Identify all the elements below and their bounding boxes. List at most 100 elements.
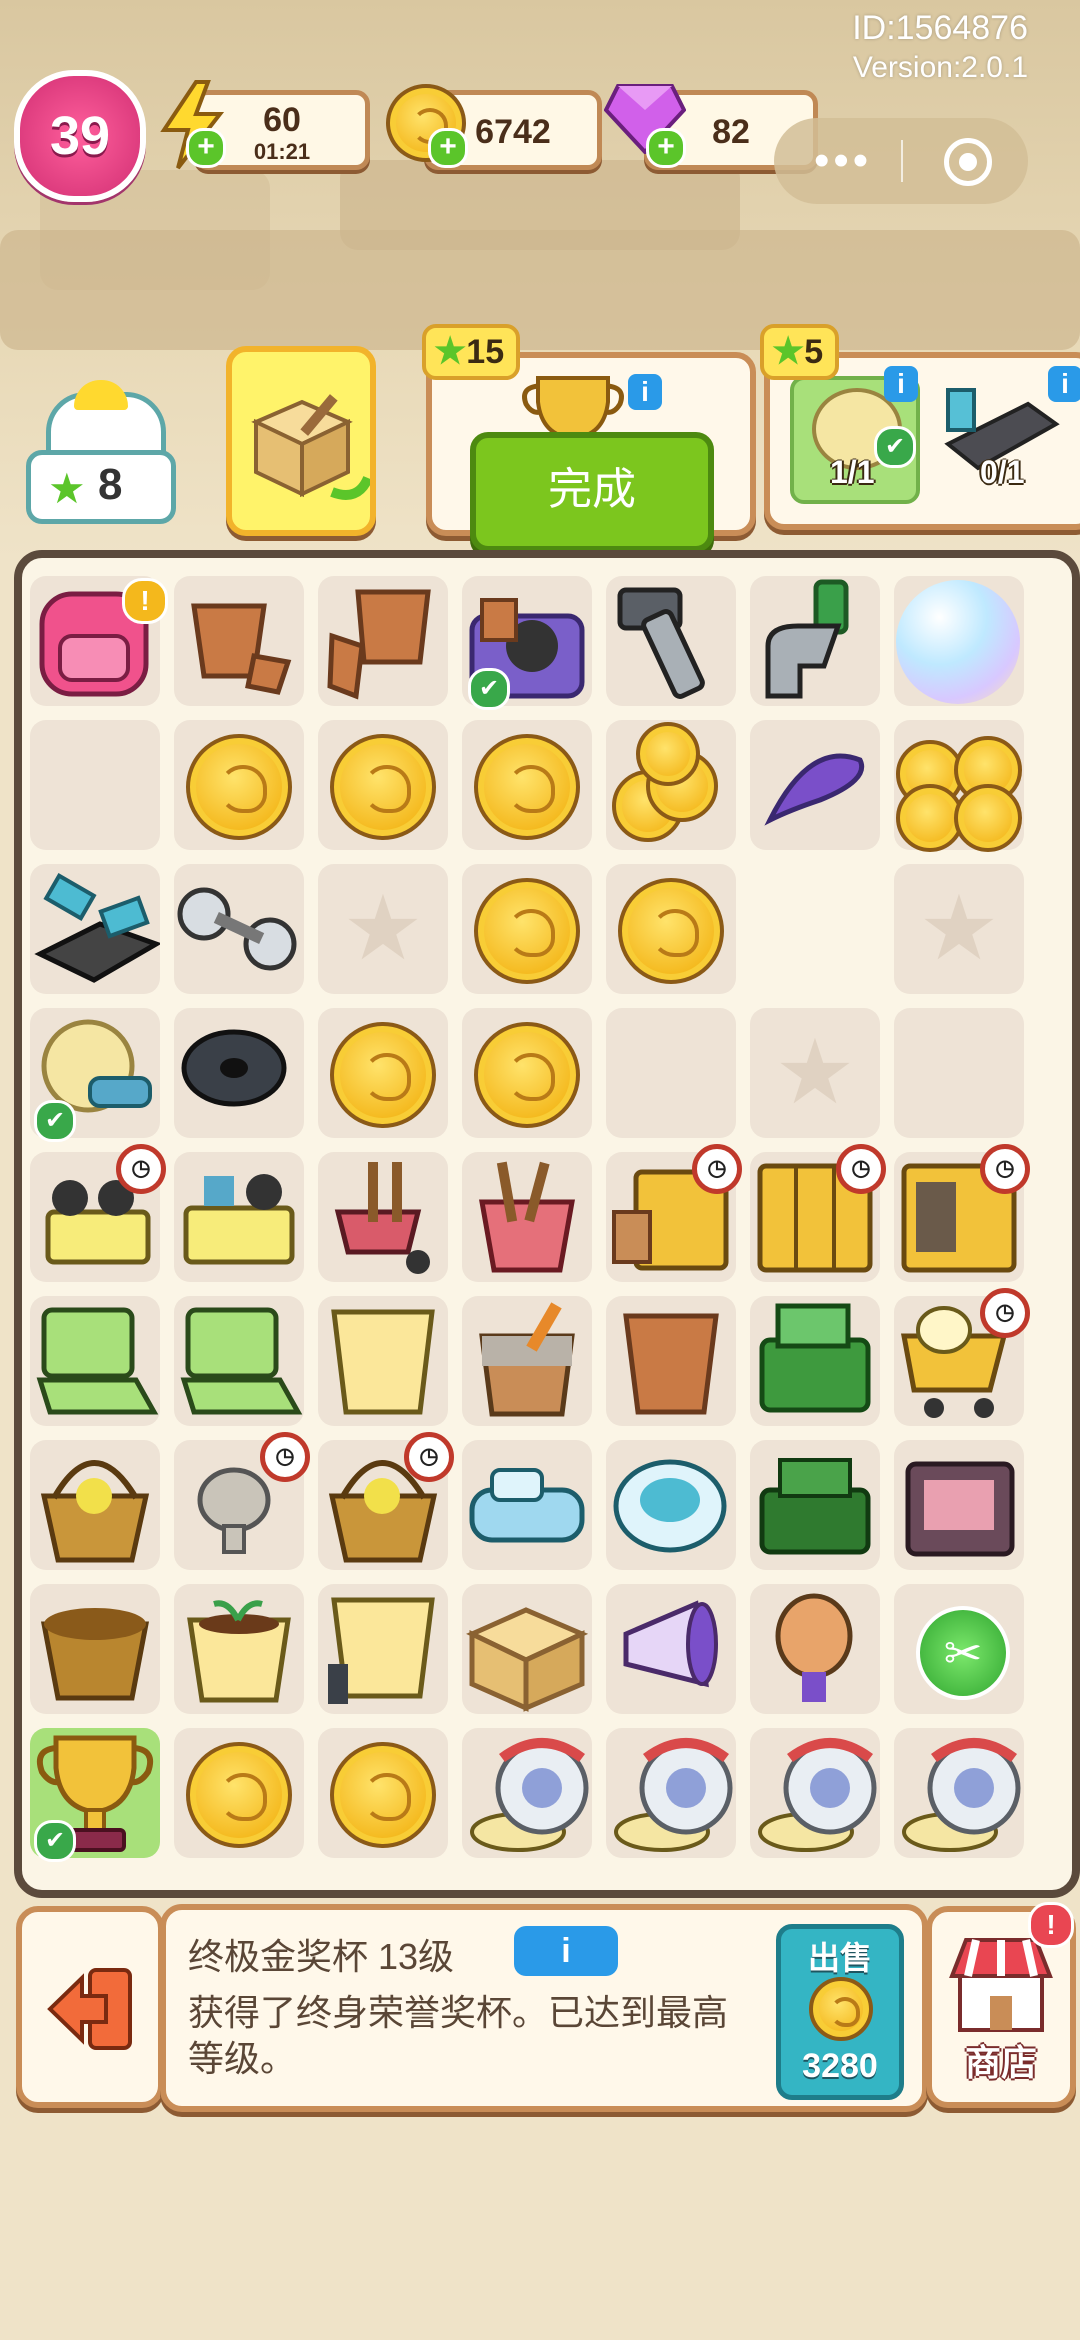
empty-star-icon: ★ (774, 1023, 856, 1123)
board-cell[interactable] (606, 1440, 736, 1570)
board-cell-empty[interactable]: ★ (318, 864, 448, 994)
board-cell[interactable] (174, 720, 304, 850)
board-cell[interactable] (894, 720, 1024, 852)
board-cell[interactable] (750, 1728, 880, 1858)
shop-button[interactable]: 商店 ! (926, 1902, 1076, 2108)
board-cell[interactable]: ! (30, 576, 168, 706)
board-cell[interactable] (606, 1728, 736, 1858)
clock-icon: ◷ (980, 1144, 1030, 1194)
flower-basket-icon (40, 1460, 150, 1563)
board-cell[interactable]: ✔ (30, 1008, 160, 1142)
broken-pot-icon (327, 589, 431, 700)
board-cell[interactable] (462, 720, 592, 850)
board-cell[interactable]: ◷ (750, 1144, 886, 1282)
board-cell[interactable] (318, 1152, 448, 1282)
level-badge[interactable]: 39 (14, 70, 146, 202)
board-cell[interactable] (462, 1440, 592, 1570)
board-cell[interactable] (318, 720, 448, 850)
board-cell[interactable] (174, 864, 304, 994)
merge-board: ! ✔ ★ ★ ✔ ★ ◷ ◷ ◷ ◷ ◷ ◷ ◷ ✂ ✔ (14, 550, 1080, 1898)
board-cell[interactable] (174, 576, 304, 706)
board-cell[interactable]: ✔ (462, 576, 592, 710)
board-cell[interactable]: ◷ (318, 1432, 454, 1570)
complete-button[interactable]: 完成 (470, 432, 714, 552)
board-cell[interactable] (174, 1296, 304, 1426)
coin-item-icon (330, 734, 436, 840)
board-cell-empty[interactable]: ★ (750, 1008, 880, 1138)
board-cell[interactable]: ◷ (174, 1432, 310, 1570)
board-cell[interactable] (318, 576, 448, 706)
slot-info-icon[interactable]: i (884, 366, 918, 402)
sell-button[interactable]: 出售 3280 (776, 1924, 904, 2100)
board-cell[interactable] (462, 1008, 592, 1138)
target-icon[interactable] (944, 138, 992, 186)
board-cell[interactable] (174, 1008, 304, 1138)
board-cell[interactable] (750, 1296, 880, 1426)
board-cell[interactable] (606, 1296, 736, 1426)
board-cell[interactable] (606, 576, 736, 706)
house-star-counter[interactable]: ★ 8 (26, 380, 176, 524)
board-cell[interactable] (318, 1296, 448, 1426)
broken-pot-icon (191, 603, 292, 695)
board-cell[interactable] (30, 1296, 160, 1426)
task-reward-badge: ★15 (422, 324, 521, 380)
board-cell[interactable] (462, 864, 592, 994)
board-cell[interactable]: ◷ (30, 1144, 166, 1282)
resistance-band-icon (764, 753, 864, 826)
board-cell[interactable] (318, 1728, 448, 1858)
board-cell[interactable] (30, 1440, 160, 1570)
board-cell[interactable] (462, 1296, 592, 1426)
board-cell[interactable]: ◷ (894, 1288, 1030, 1426)
board-cell[interactable] (894, 1440, 1024, 1570)
board-cell[interactable] (30, 1584, 160, 1714)
board-cell-empty[interactable]: ★ (894, 864, 1024, 994)
item-info-button[interactable]: i (514, 1926, 618, 1976)
board-cell[interactable] (462, 1152, 592, 1282)
board-cell[interactable] (174, 1152, 304, 1282)
board-cell-empty[interactable] (750, 864, 880, 994)
clock-icon: ◷ (836, 1144, 886, 1194)
exit-button[interactable] (16, 1906, 164, 2108)
task-info-icon[interactable]: i (628, 374, 662, 410)
board-cell[interactable] (462, 1584, 592, 1714)
toolbox-icon (466, 1607, 589, 1712)
board-cell[interactable] (894, 576, 1024, 706)
coin-item-icon (330, 1022, 436, 1128)
board-cell[interactable] (174, 1728, 304, 1858)
coin-icon (809, 1977, 873, 2041)
add-gem-button[interactable]: + (646, 128, 686, 168)
board-cell[interactable] (606, 720, 736, 850)
slot-info-icon[interactable]: i (1048, 366, 1080, 402)
add-coin-button[interactable]: + (428, 128, 468, 168)
board-cell[interactable] (750, 1440, 880, 1570)
board-cell[interactable] (894, 1728, 1024, 1858)
board-cell[interactable] (750, 576, 880, 706)
tool-bucket-icon (479, 1161, 575, 1273)
laptop-icon (180, 1307, 303, 1415)
coin-item-icon (474, 1022, 580, 1128)
board-cell[interactable] (750, 1584, 880, 1714)
board-cell[interactable] (30, 720, 160, 850)
board-cell[interactable] (750, 720, 880, 850)
board-cell-empty[interactable] (606, 1008, 736, 1138)
board-cell[interactable] (462, 1728, 592, 1858)
board-cell[interactable]: ✂ (894, 1584, 1024, 1714)
snail-icon (614, 1738, 733, 1852)
board-cell[interactable]: ◷ (606, 1144, 742, 1282)
board-cell[interactable] (318, 1584, 448, 1714)
board-cell[interactable] (606, 1584, 736, 1714)
more-dots-icon[interactable]: ••• (814, 136, 872, 186)
add-energy-button[interactable]: + (186, 128, 226, 168)
board-cell[interactable] (174, 1584, 304, 1714)
board-cell-selected[interactable]: ✔ (30, 1728, 160, 1862)
laptop-icon (36, 1307, 159, 1415)
woven-basket-icon (40, 1608, 150, 1701)
board-cell[interactable] (30, 864, 162, 994)
board-cell[interactable]: ◷ (894, 1144, 1030, 1282)
board-cell-empty[interactable] (894, 1008, 1024, 1138)
board-cell[interactable] (606, 864, 736, 994)
task-reward-badge: ★5 (760, 324, 840, 380)
snail-icon (470, 1738, 589, 1852)
toolbox-producer[interactable] (226, 346, 376, 536)
board-cell[interactable] (318, 1008, 448, 1138)
